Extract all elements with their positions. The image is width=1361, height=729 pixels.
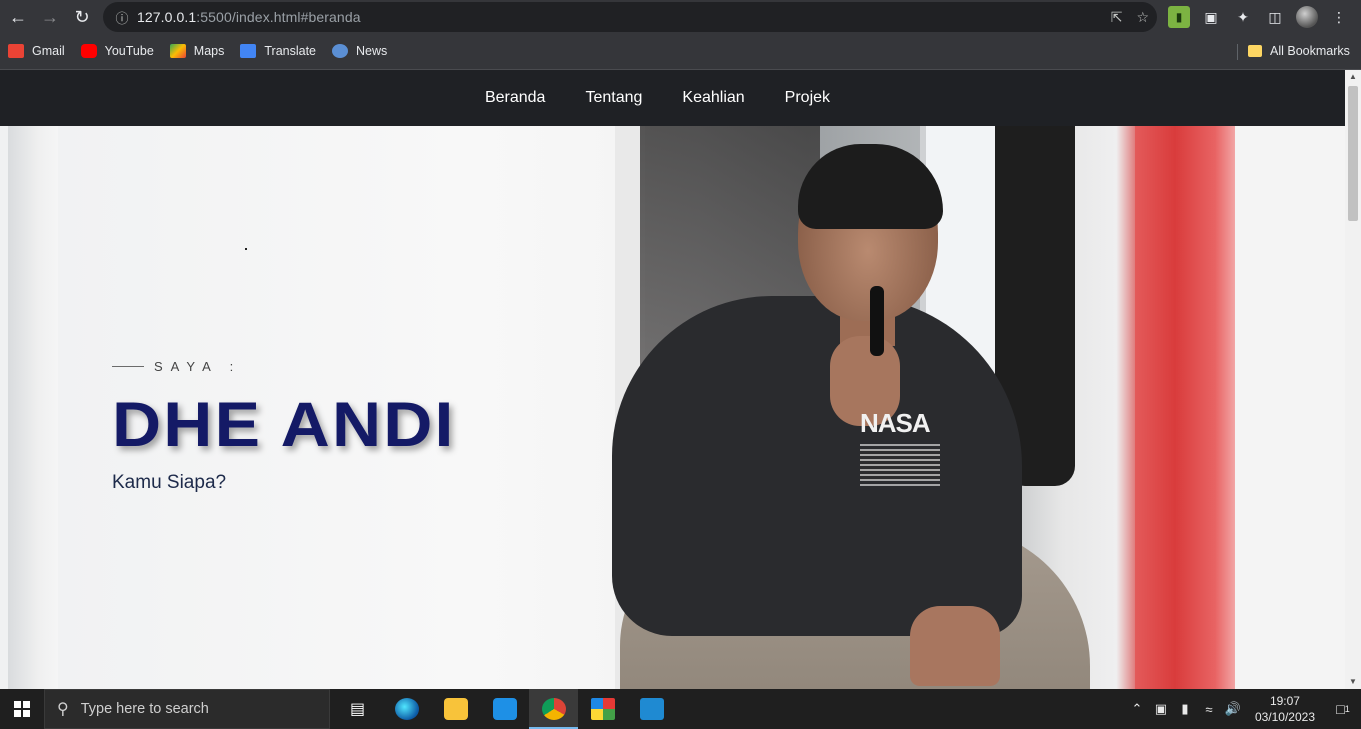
scrollbar-thumb[interactable] bbox=[1348, 86, 1358, 221]
hero-photo-person-body bbox=[612, 296, 1022, 636]
hero-photo-red-pillar bbox=[1135, 126, 1235, 689]
bookmark-youtube[interactable]: YouTube bbox=[73, 39, 162, 63]
app-grid-icon[interactable] bbox=[578, 689, 627, 729]
page-scrollbar[interactable]: ▲ ▼ bbox=[1345, 70, 1361, 689]
hero-photo-wall bbox=[1235, 126, 1345, 689]
clock-date: 03/10/2023 bbox=[1254, 710, 1315, 724]
file-explorer-icon[interactable] bbox=[431, 689, 480, 729]
eyebrow-text: SAYA : bbox=[154, 359, 242, 374]
task-view-icon[interactable]: ▤ bbox=[333, 689, 382, 729]
hero-eyebrow: SAYA : bbox=[112, 359, 241, 374]
notification-count: 1 bbox=[1344, 704, 1350, 714]
nav-tentang[interactable]: Tentang bbox=[585, 89, 642, 107]
volume-icon[interactable]: 🔊 bbox=[1221, 701, 1245, 717]
edge-icon[interactable] bbox=[382, 689, 431, 729]
mail-icon[interactable] bbox=[480, 689, 529, 729]
windows-taskbar: ⚲ Type here to search ▤ ⌃ ▣ ▮ ≈ 🔊 19:07 … bbox=[0, 689, 1361, 729]
maps-icon bbox=[169, 44, 186, 58]
site-info-icon[interactable]: ⓘ bbox=[107, 8, 137, 27]
bookmark-star-icon[interactable]: ☆ bbox=[1136, 9, 1149, 26]
scroll-up-icon[interactable]: ▲ bbox=[1345, 70, 1361, 84]
search-placeholder: Type here to search bbox=[80, 701, 209, 717]
site-navbar: Beranda Tentang Keahlian Projek bbox=[0, 70, 1345, 126]
folder-icon bbox=[1248, 45, 1262, 57]
tray-chevron-icon[interactable]: ⌃ bbox=[1125, 701, 1149, 717]
hero-section: NASA SAYA : DHE ANDI Kamu Siapa? bbox=[0, 126, 1345, 689]
taskbar-search[interactable]: ⚲ Type here to search bbox=[44, 689, 330, 729]
clock-time: 19:07 bbox=[1269, 694, 1300, 708]
bookmark-gmail[interactable]: Gmail bbox=[0, 39, 73, 63]
side-panel-icon[interactable]: ◫ bbox=[1264, 6, 1286, 28]
nav-keahlian[interactable]: Keahlian bbox=[682, 89, 744, 107]
hero-photo-device bbox=[870, 286, 884, 356]
all-bookmarks[interactable]: All Bookmarks bbox=[1248, 38, 1350, 64]
nav-beranda[interactable]: Beranda bbox=[485, 89, 546, 107]
eyebrow-line bbox=[112, 366, 144, 367]
page-viewport: Beranda Tentang Keahlian Projek NASA SAY… bbox=[0, 70, 1345, 689]
menu-kebab-icon[interactable]: ⋮ bbox=[1328, 6, 1350, 28]
start-button[interactable] bbox=[0, 689, 44, 729]
extension-icon[interactable]: ▮ bbox=[1168, 6, 1190, 28]
hero-subtitle: Kamu Siapa? bbox=[112, 472, 227, 493]
vscode-icon[interactable] bbox=[627, 689, 676, 729]
bookmark-translate[interactable]: Translate bbox=[232, 39, 324, 63]
hero-name: DHE ANDI bbox=[112, 390, 456, 460]
browser-chrome: ← → ↻ ⓘ 127.0.0.1:5500/index.html#berand… bbox=[0, 0, 1361, 70]
browser-toolbar: ← → ↻ ⓘ 127.0.0.1:5500/index.html#berand… bbox=[0, 0, 1361, 34]
tray-meet-icon[interactable]: ▣ bbox=[1149, 701, 1173, 717]
taskbar-clock[interactable]: 19:07 03/10/2023 bbox=[1245, 693, 1325, 725]
share-icon[interactable]: ⇱ bbox=[1111, 9, 1123, 26]
extensions-puzzle-icon[interactable]: ✦ bbox=[1232, 6, 1254, 28]
battery-icon[interactable]: ▮ bbox=[1173, 701, 1197, 717]
hero-photo-pole bbox=[8, 126, 58, 689]
system-tray: ⌃ ▣ ▮ ≈ 🔊 19:07 03/10/2023 □ 1 bbox=[1125, 689, 1361, 729]
back-icon[interactable]: ← bbox=[2, 1, 34, 33]
hero-dot bbox=[245, 248, 247, 250]
forward-icon[interactable]: → bbox=[34, 1, 66, 33]
scroll-down-icon[interactable]: ▼ bbox=[1345, 675, 1361, 689]
youtube-icon bbox=[80, 44, 97, 58]
hero-photo-person-knee-hand bbox=[910, 606, 1000, 686]
nav-projek[interactable]: Projek bbox=[785, 89, 830, 107]
bookmarks-divider bbox=[1237, 44, 1238, 60]
search-icon: ⚲ bbox=[57, 701, 69, 718]
notification-icon[interactable]: □ 1 bbox=[1325, 689, 1361, 729]
reload-icon[interactable]: ↻ bbox=[66, 1, 98, 33]
bookmarks-bar: Gmail YouTube Maps Translate News bbox=[0, 38, 1361, 64]
profile-avatar[interactable] bbox=[1296, 6, 1318, 28]
wifi-icon[interactable]: ≈ bbox=[1197, 702, 1221, 717]
address-bar[interactable]: ⓘ 127.0.0.1:5500/index.html#beranda ⇱ ☆ bbox=[103, 2, 1157, 32]
gmail-icon bbox=[8, 44, 24, 58]
chrome-icon[interactable] bbox=[529, 689, 578, 729]
image-icon[interactable]: ▣ bbox=[1200, 6, 1222, 28]
hero-photo-shirt-logo: NASA bbox=[860, 408, 931, 438]
bookmark-news[interactable]: News bbox=[324, 39, 395, 63]
windows-logo-icon bbox=[14, 701, 30, 717]
address-url[interactable]: 127.0.0.1:5500/index.html#beranda bbox=[137, 9, 361, 25]
hero-photo-shirt-text bbox=[860, 444, 940, 489]
news-icon bbox=[332, 44, 349, 58]
bookmark-maps[interactable]: Maps bbox=[162, 39, 233, 63]
translate-icon bbox=[240, 44, 257, 58]
